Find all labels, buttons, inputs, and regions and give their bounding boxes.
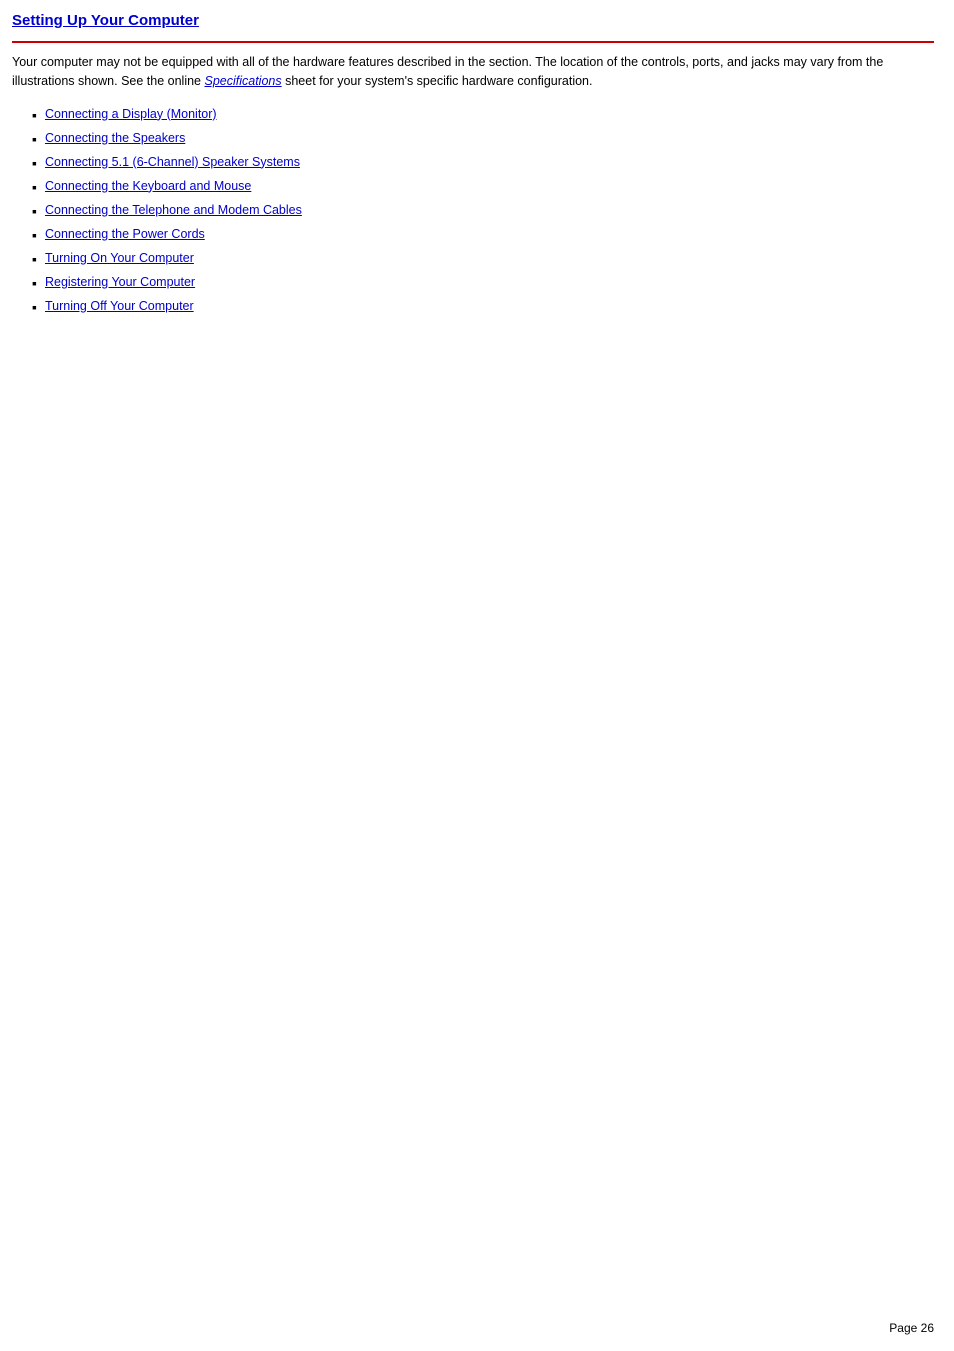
toc-link-2[interactable]: Connecting 5.1 (6-Channel) Speaker Syste… [45,155,300,169]
list-item: Turning Off Your Computer [32,299,934,315]
page-title[interactable]: Setting Up Your Computer [12,12,199,29]
page-container: Setting Up Your Computer Your computer m… [0,0,954,363]
toc-link-6[interactable]: Turning On Your Computer [45,251,194,265]
list-item: Connecting the Power Cords [32,227,934,243]
intro-paragraph: Your computer may not be equipped with a… [12,53,934,91]
list-item: Connecting the Keyboard and Mouse [32,179,934,195]
toc-link-4[interactable]: Connecting the Telephone and Modem Cable… [45,203,302,217]
list-item: Registering Your Computer [32,275,934,291]
toc-link-7[interactable]: Registering Your Computer [45,275,195,289]
intro-text-after: sheet for your system's specific hardwar… [282,74,593,88]
toc-link-3[interactable]: Connecting the Keyboard and Mouse [45,179,251,193]
toc-link-5[interactable]: Connecting the Power Cords [45,227,205,241]
specifications-link[interactable]: Specifications [204,74,281,88]
list-item: Connecting the Speakers [32,131,934,147]
toc-link-8[interactable]: Turning Off Your Computer [45,299,194,313]
toc-list: Connecting a Display (Monitor) Connecting… [32,107,934,315]
toc-link-0[interactable]: Connecting a Display (Monitor) [45,107,217,121]
list-item: Turning On Your Computer [32,251,934,267]
list-item: Connecting a Display (Monitor) [32,107,934,123]
list-item: Connecting the Telephone and Modem Cable… [32,203,934,219]
list-item: Connecting 5.1 (6-Channel) Speaker Syste… [32,155,934,171]
page-number: Page 26 [889,1321,934,1335]
toc-link-1[interactable]: Connecting the Speakers [45,131,185,145]
title-divider [12,41,934,43]
